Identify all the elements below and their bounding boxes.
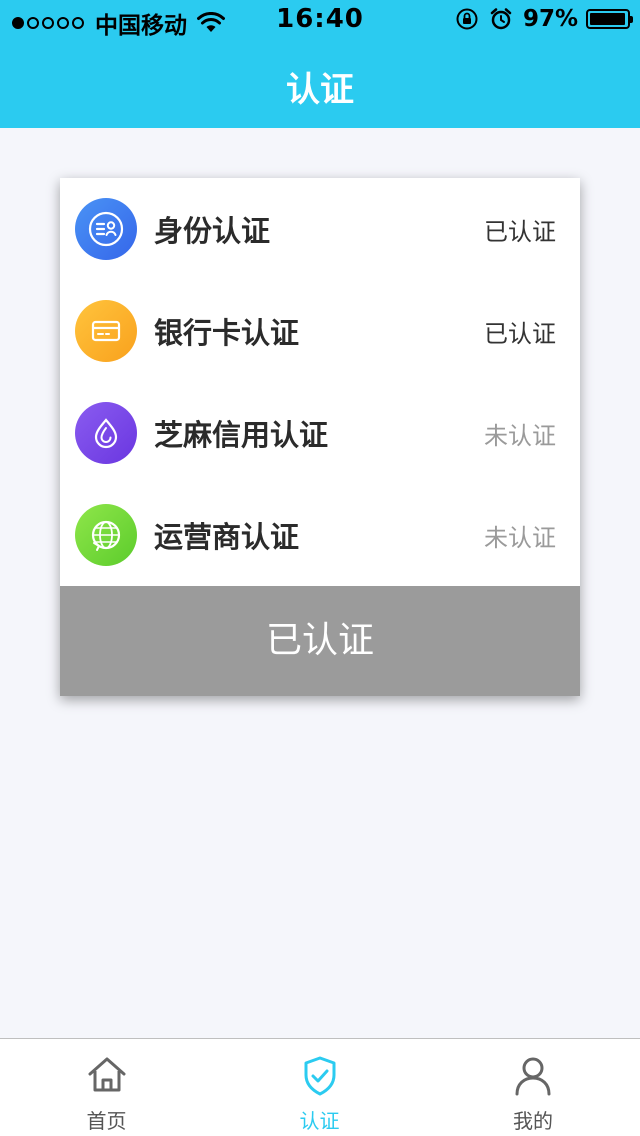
tab-label: 我的 (513, 1109, 553, 1133)
alarm-icon (490, 8, 512, 30)
tab-verification[interactable]: 认证 (213, 1039, 426, 1136)
rotation-lock-icon (456, 8, 478, 30)
user-icon (515, 1057, 551, 1096)
status-bar: 中国移动 16:40 97% (0, 0, 640, 40)
page-title: 认证 (286, 70, 354, 110)
id-card-icon (75, 198, 137, 260)
verification-card: 身份认证 已认证 银行卡认证 已认证 芝麻信用认证 未认证 运营商认证 未认证 … (60, 178, 580, 696)
nav-bar: 认证 (0, 40, 640, 128)
verification-status: 已认证 (484, 217, 556, 246)
tab-label: 认证 (299, 1109, 340, 1133)
shield-check-icon (304, 1056, 335, 1096)
verification-label: 银行卡认证 (154, 316, 300, 350)
bank-card-icon (75, 300, 137, 362)
tab-label: 首页 (86, 1109, 127, 1133)
battery-percentage: 97% (522, 6, 578, 32)
verification-item-sesame-credit[interactable]: 芝麻信用认证 未认证 (60, 382, 580, 484)
verification-item-carrier[interactable]: 运营商认证 未认证 (60, 484, 580, 586)
home-icon (88, 1057, 125, 1092)
status-right: 97% (455, 6, 633, 32)
verification-item-identity[interactable]: 身份认证 已认证 (60, 178, 580, 280)
tab-profile[interactable]: 我的 (426, 1039, 640, 1136)
sesame-credit-icon (75, 402, 137, 464)
verification-label: 运营商认证 (154, 520, 300, 554)
tab-home[interactable]: 首页 (0, 1039, 213, 1136)
verification-status: 未认证 (484, 421, 556, 450)
tab-bar: 首页 认证 我的 (0, 1038, 640, 1136)
verification-label: 身份认证 (154, 214, 271, 248)
verification-status: 未认证 (484, 523, 556, 552)
verification-item-bank-card[interactable]: 银行卡认证 已认证 (60, 280, 580, 382)
verified-submit-button[interactable]: 已认证 (60, 586, 580, 696)
globe-phone-icon (75, 504, 137, 566)
battery-icon (586, 9, 633, 29)
verification-status: 已认证 (484, 319, 556, 348)
battery-fill (590, 13, 625, 25)
verification-label: 芝麻信用认证 (154, 418, 329, 452)
